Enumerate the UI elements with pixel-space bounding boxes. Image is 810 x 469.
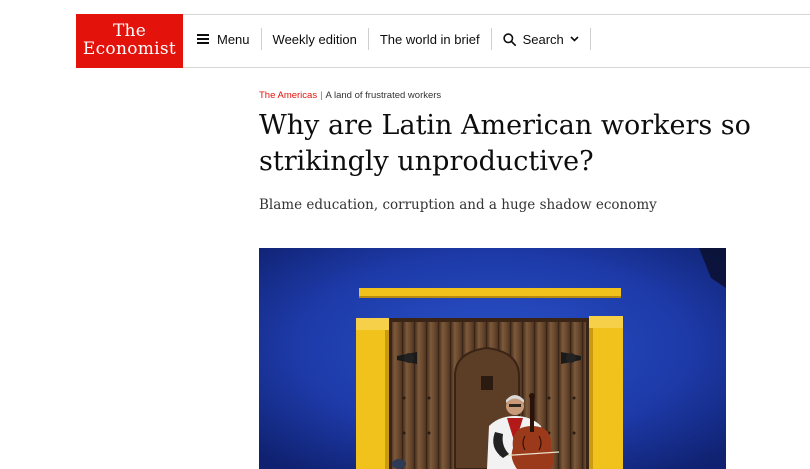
economist-logo[interactable]: The Economist <box>76 14 183 68</box>
breadcrumb: The Americas | A land of frustrated worker… <box>259 90 441 101</box>
site-header: The Economist Menu Weekly edition The wo… <box>0 0 810 68</box>
chevron-down-icon <box>570 36 579 42</box>
breadcrumb-separator: | <box>320 90 323 101</box>
world-in-brief-link[interactable]: The world in brief <box>369 24 491 54</box>
weekly-edition-link[interactable]: Weekly edition <box>262 24 368 54</box>
menu-button[interactable]: Menu <box>195 24 261 54</box>
header-bottom-divider <box>183 67 810 68</box>
article-headline: Why are Latin American workers so striki… <box>259 110 751 177</box>
main-nav: Menu Weekly edition The world in brief S… <box>195 24 591 54</box>
section-link[interactable]: The Americas <box>259 90 317 101</box>
logo-line-1: The <box>113 21 146 41</box>
search-label: Search <box>522 31 564 47</box>
search-icon <box>502 32 516 46</box>
nav-divider <box>589 28 591 50</box>
search-button[interactable]: Search <box>492 24 590 54</box>
cellist-doorway-photo <box>259 248 726 469</box>
hamburger-icon <box>197 34 209 44</box>
weekly-edition-label: Weekly edition <box>272 31 357 47</box>
menu-label: Menu <box>217 31 250 47</box>
header-top-divider <box>183 14 810 15</box>
article-hero-image <box>259 248 726 469</box>
rubric: A land of frustrated workers <box>325 90 442 101</box>
world-in-brief-label: The world in brief <box>379 31 480 47</box>
logo-line-2: Economist <box>82 39 177 59</box>
article-subheadline: Blame education, corruption and a huge s… <box>259 197 657 213</box>
